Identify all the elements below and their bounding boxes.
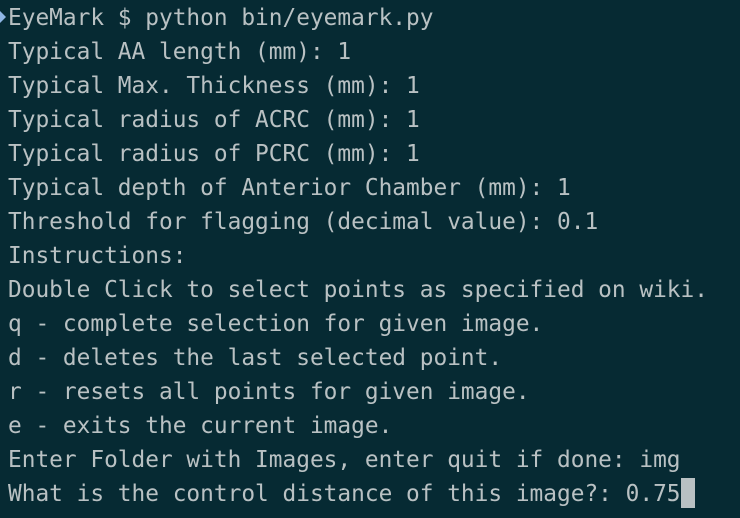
output-line-aa-length: Typical AA length (mm): 1 <box>8 39 352 65</box>
output-line-double-click: Double Click to select points as specifi… <box>8 277 708 303</box>
output-line-instructions-heading: Instructions: <box>8 243 187 269</box>
output-line-chamber-depth: Typical depth of Anterior Chamber (mm): … <box>8 175 571 201</box>
text-cursor <box>680 478 695 508</box>
output-line-key-e: e - exits the current image. <box>8 413 393 439</box>
prompt-marker-icon <box>0 11 6 23</box>
terminal-window[interactable]: EyeMark $ python bin/eyemark.py Typical … <box>0 0 740 518</box>
output-line-pcrc-radius: Typical radius of PCRC (mm): 1 <box>8 141 420 167</box>
output-line-key-r: r - resets all points for given image. <box>8 379 530 405</box>
output-line-max-thickness: Typical Max. Thickness (mm): 1 <box>8 73 420 99</box>
control-distance-input[interactable]: 0.75 <box>626 481 681 507</box>
output-line-threshold: Threshold for flagging (decimal value): … <box>8 209 599 235</box>
control-distance-question: What is the control distance of this ima… <box>8 481 626 507</box>
shell-command: python bin/eyemark.py <box>145 5 434 31</box>
command-line: EyeMark $ python bin/eyemark.py <box>8 1 740 35</box>
output-line-acrc-radius: Typical radius of ACRC (mm): 1 <box>8 107 420 133</box>
output-line-key-q: q - complete selection for given image. <box>8 311 544 337</box>
output-line-key-d: d - deletes the last selected point. <box>8 345 503 371</box>
shell-prompt: EyeMark $ <box>8 5 146 31</box>
output-line-folder-prompt: Enter Folder with Images, enter quit if … <box>8 447 681 473</box>
input-line[interactable]: What is the control distance of this ima… <box>8 477 740 511</box>
